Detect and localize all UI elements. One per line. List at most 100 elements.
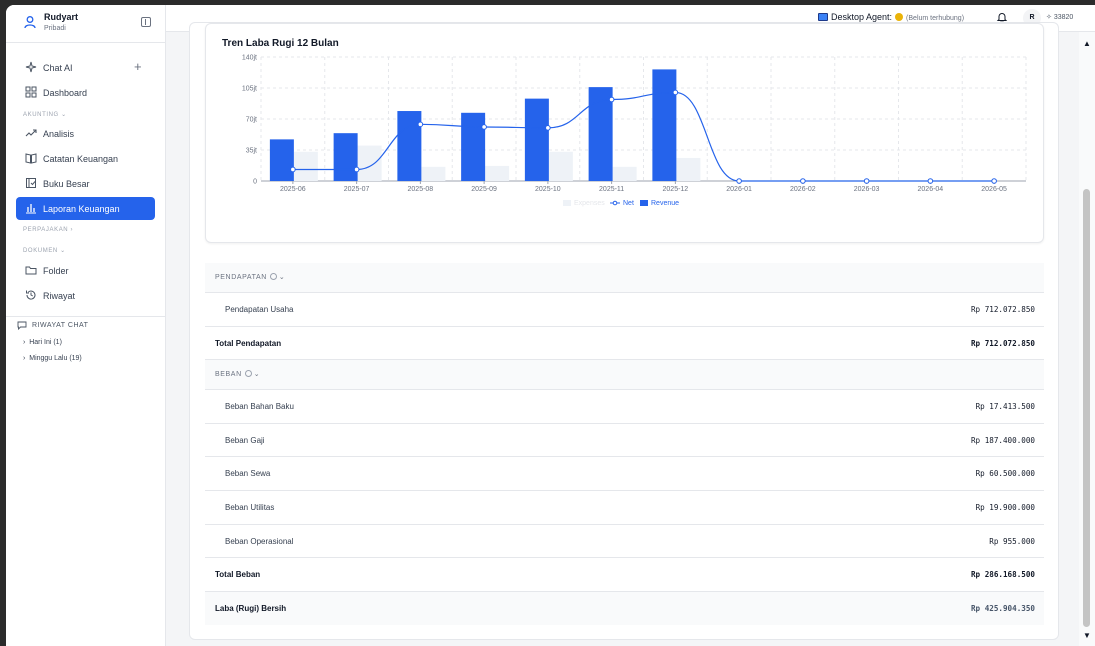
status-dot-icon bbox=[895, 13, 904, 21]
legend-marker-net bbox=[612, 200, 618, 206]
sidebar-item-laporan-keuangan[interactable]: Laporan Keuangan bbox=[16, 197, 155, 220]
history-group-today[interactable]: › Hari Ini (1) bbox=[23, 339, 62, 346]
net-point bbox=[800, 178, 806, 184]
y-tick-label: 105jt bbox=[242, 86, 257, 93]
page-scrollbar[interactable]: ▲ ▼ bbox=[1079, 32, 1095, 646]
revenue-bar bbox=[652, 69, 677, 181]
scrollbar-thumb[interactable] bbox=[1083, 189, 1090, 627]
net-point bbox=[417, 121, 424, 128]
history-group-label: Hari Ini (1) bbox=[29, 339, 62, 346]
net-point bbox=[608, 96, 615, 103]
x-tick-label: 2026-04 bbox=[918, 186, 944, 193]
sidebar-item-riwayat[interactable]: Riwayat bbox=[16, 284, 155, 307]
row-value: Rp 19.900.000 bbox=[975, 502, 1035, 512]
main-content: Tren Laba Rugi 12 Bulan 0 35jt 70jt 105jt 14… bbox=[166, 22, 1095, 646]
credits-value: 33820 bbox=[1053, 14, 1074, 21]
row-label: Beban Sewa bbox=[225, 469, 271, 479]
net-point bbox=[290, 166, 296, 173]
history-group-last-week[interactable]: › Minggu Lalu (19) bbox=[23, 355, 82, 362]
row-label: Beban Operasional bbox=[225, 536, 294, 546]
legend-swatch-revenue bbox=[640, 200, 648, 206]
chat-history-title: RIWAYAT CHAT bbox=[32, 322, 89, 329]
expenses-bar bbox=[612, 166, 637, 181]
net-point bbox=[353, 166, 360, 173]
net-point bbox=[863, 178, 870, 184]
table-row: Beban Gaji Rp 187.400.000 bbox=[205, 424, 1044, 458]
x-tick-label: 2025-11 bbox=[599, 186, 624, 193]
sidebar-item-folder[interactable]: Folder bbox=[16, 259, 155, 282]
row-value: Rp 187.400.000 bbox=[970, 435, 1035, 445]
scroll-down-arrow-icon[interactable]: ▼ bbox=[1083, 631, 1091, 640]
total-row-pendapatan: Total Pendapatan Rp 712.072.850 bbox=[205, 327, 1044, 361]
expenses-bar bbox=[676, 157, 701, 181]
sidebar-divider bbox=[6, 316, 166, 317]
scroll-up-arrow-icon[interactable]: ▲ bbox=[1083, 39, 1091, 48]
section-header-beban[interactable]: BEBAN ⌄ bbox=[205, 360, 1044, 391]
y-tick-label: 35jt bbox=[246, 148, 257, 155]
revenue-bar bbox=[269, 139, 294, 181]
report-card: Tren Laba Rugi 12 Bulan 0 35jt 70jt 105jt 14… bbox=[189, 22, 1059, 640]
chevron-down-icon[interactable]: ⌄ bbox=[279, 273, 285, 281]
section-perpajakan[interactable]: PERPAJAKAN › bbox=[23, 227, 73, 233]
sidebar-item-label: Dashboard bbox=[43, 88, 88, 98]
table-row: Beban Operasional Rp 955.000 bbox=[205, 525, 1044, 559]
folder-icon bbox=[25, 266, 37, 275]
net-point bbox=[736, 178, 742, 184]
row-value: Rp 60.500.000 bbox=[975, 469, 1035, 479]
info-icon[interactable] bbox=[269, 273, 277, 280]
sidebar: Rudyart Pribadi Chat AI + Dashboard AKUN… bbox=[6, 5, 166, 646]
section-header-label: BEBAN bbox=[215, 371, 242, 379]
desktop-agent-status[interactable]: Desktop Agent: (Belum terhubung) bbox=[818, 12, 964, 22]
legend-label-expenses: Expenses bbox=[574, 200, 605, 207]
expenses-bar bbox=[357, 145, 382, 181]
info-icon[interactable] bbox=[244, 370, 252, 378]
x-tick-label: 2026-05 bbox=[981, 186, 1007, 193]
diamond-icon: ✧ bbox=[1046, 14, 1052, 21]
sidebar-item-analisis[interactable]: Analisis bbox=[16, 122, 155, 145]
section-header-pendapatan[interactable]: PENDAPATAN ⌄ bbox=[205, 263, 1044, 293]
credits-badge[interactable]: ✧ 33820 bbox=[1046, 13, 1073, 21]
section-dokumen[interactable]: DOKUMEN ⌄ bbox=[23, 247, 66, 254]
row-value: Rp 17.413.500 bbox=[975, 402, 1035, 412]
table-row: Beban Bahan Baku Rp 17.413.500 bbox=[205, 390, 1044, 424]
sidebar-item-chat-ai[interactable]: Chat AI + bbox=[16, 56, 155, 79]
chevron-down-icon[interactable]: ⌄ bbox=[254, 370, 260, 378]
new-chat-plus-icon[interactable]: + bbox=[134, 59, 142, 74]
x-tick-label: 2025-12 bbox=[663, 186, 689, 193]
profit-loss-chart: 0 35jt 70jt 105jt 140jt 2025-06 2025-07 2025-08… bbox=[242, 55, 1027, 207]
sidebar-item-label: Chat AI bbox=[43, 63, 73, 73]
x-tick-label: 2025-07 bbox=[344, 186, 370, 193]
row-label: Laba (Rugi) Bersih bbox=[215, 603, 287, 613]
legend-label-revenue: Revenue bbox=[651, 200, 679, 207]
sidebar-item-label: Buku Besar bbox=[43, 179, 90, 189]
section-akunting[interactable]: AKUNTING ⌄ bbox=[23, 111, 67, 118]
net-point bbox=[927, 178, 934, 184]
ledger-book-icon bbox=[26, 178, 36, 188]
history-icon bbox=[26, 290, 36, 300]
sidebar-item-dashboard[interactable]: Dashboard bbox=[16, 81, 155, 104]
sidebar-item-label: Analisis bbox=[43, 129, 75, 139]
sparkle-icon bbox=[25, 61, 37, 73]
trending-up-icon bbox=[25, 129, 37, 137]
user-profile[interactable]: Rudyart Pribadi bbox=[6, 5, 165, 43]
agent-label: Desktop Agent: bbox=[831, 12, 893, 22]
sidebar-item-catatan-keuangan[interactable]: Catatan Keuangan bbox=[16, 147, 155, 170]
row-value: Rp 955.000 bbox=[989, 536, 1035, 546]
sidebar-item-label: Riwayat bbox=[43, 291, 76, 301]
sidebar-item-buku-besar[interactable]: Buku Besar bbox=[16, 172, 155, 195]
net-point bbox=[481, 124, 487, 130]
user-subtitle: Pribadi bbox=[44, 25, 66, 32]
sidebar-collapse-icon[interactable] bbox=[141, 17, 151, 27]
revenue-bar bbox=[397, 111, 422, 181]
expenses-bar bbox=[548, 151, 573, 181]
x-tick-label: 2025-06 bbox=[280, 186, 306, 193]
row-value: Rp 712.072.850 bbox=[970, 305, 1035, 314]
net-profit-row: Laba (Rugi) Bersih Rp 425.904.350 bbox=[205, 591, 1044, 626]
dashboard-grid-icon bbox=[25, 86, 37, 98]
row-value: Rp 712.072.850 bbox=[970, 338, 1035, 348]
sidebar-item-label: Laporan Keuangan bbox=[43, 204, 120, 214]
expenses-bar bbox=[421, 166, 446, 181]
row-label: Pendapatan Usaha bbox=[225, 305, 294, 314]
net-point bbox=[545, 125, 551, 131]
sidebar-item-label: Catatan Keuangan bbox=[43, 154, 119, 164]
